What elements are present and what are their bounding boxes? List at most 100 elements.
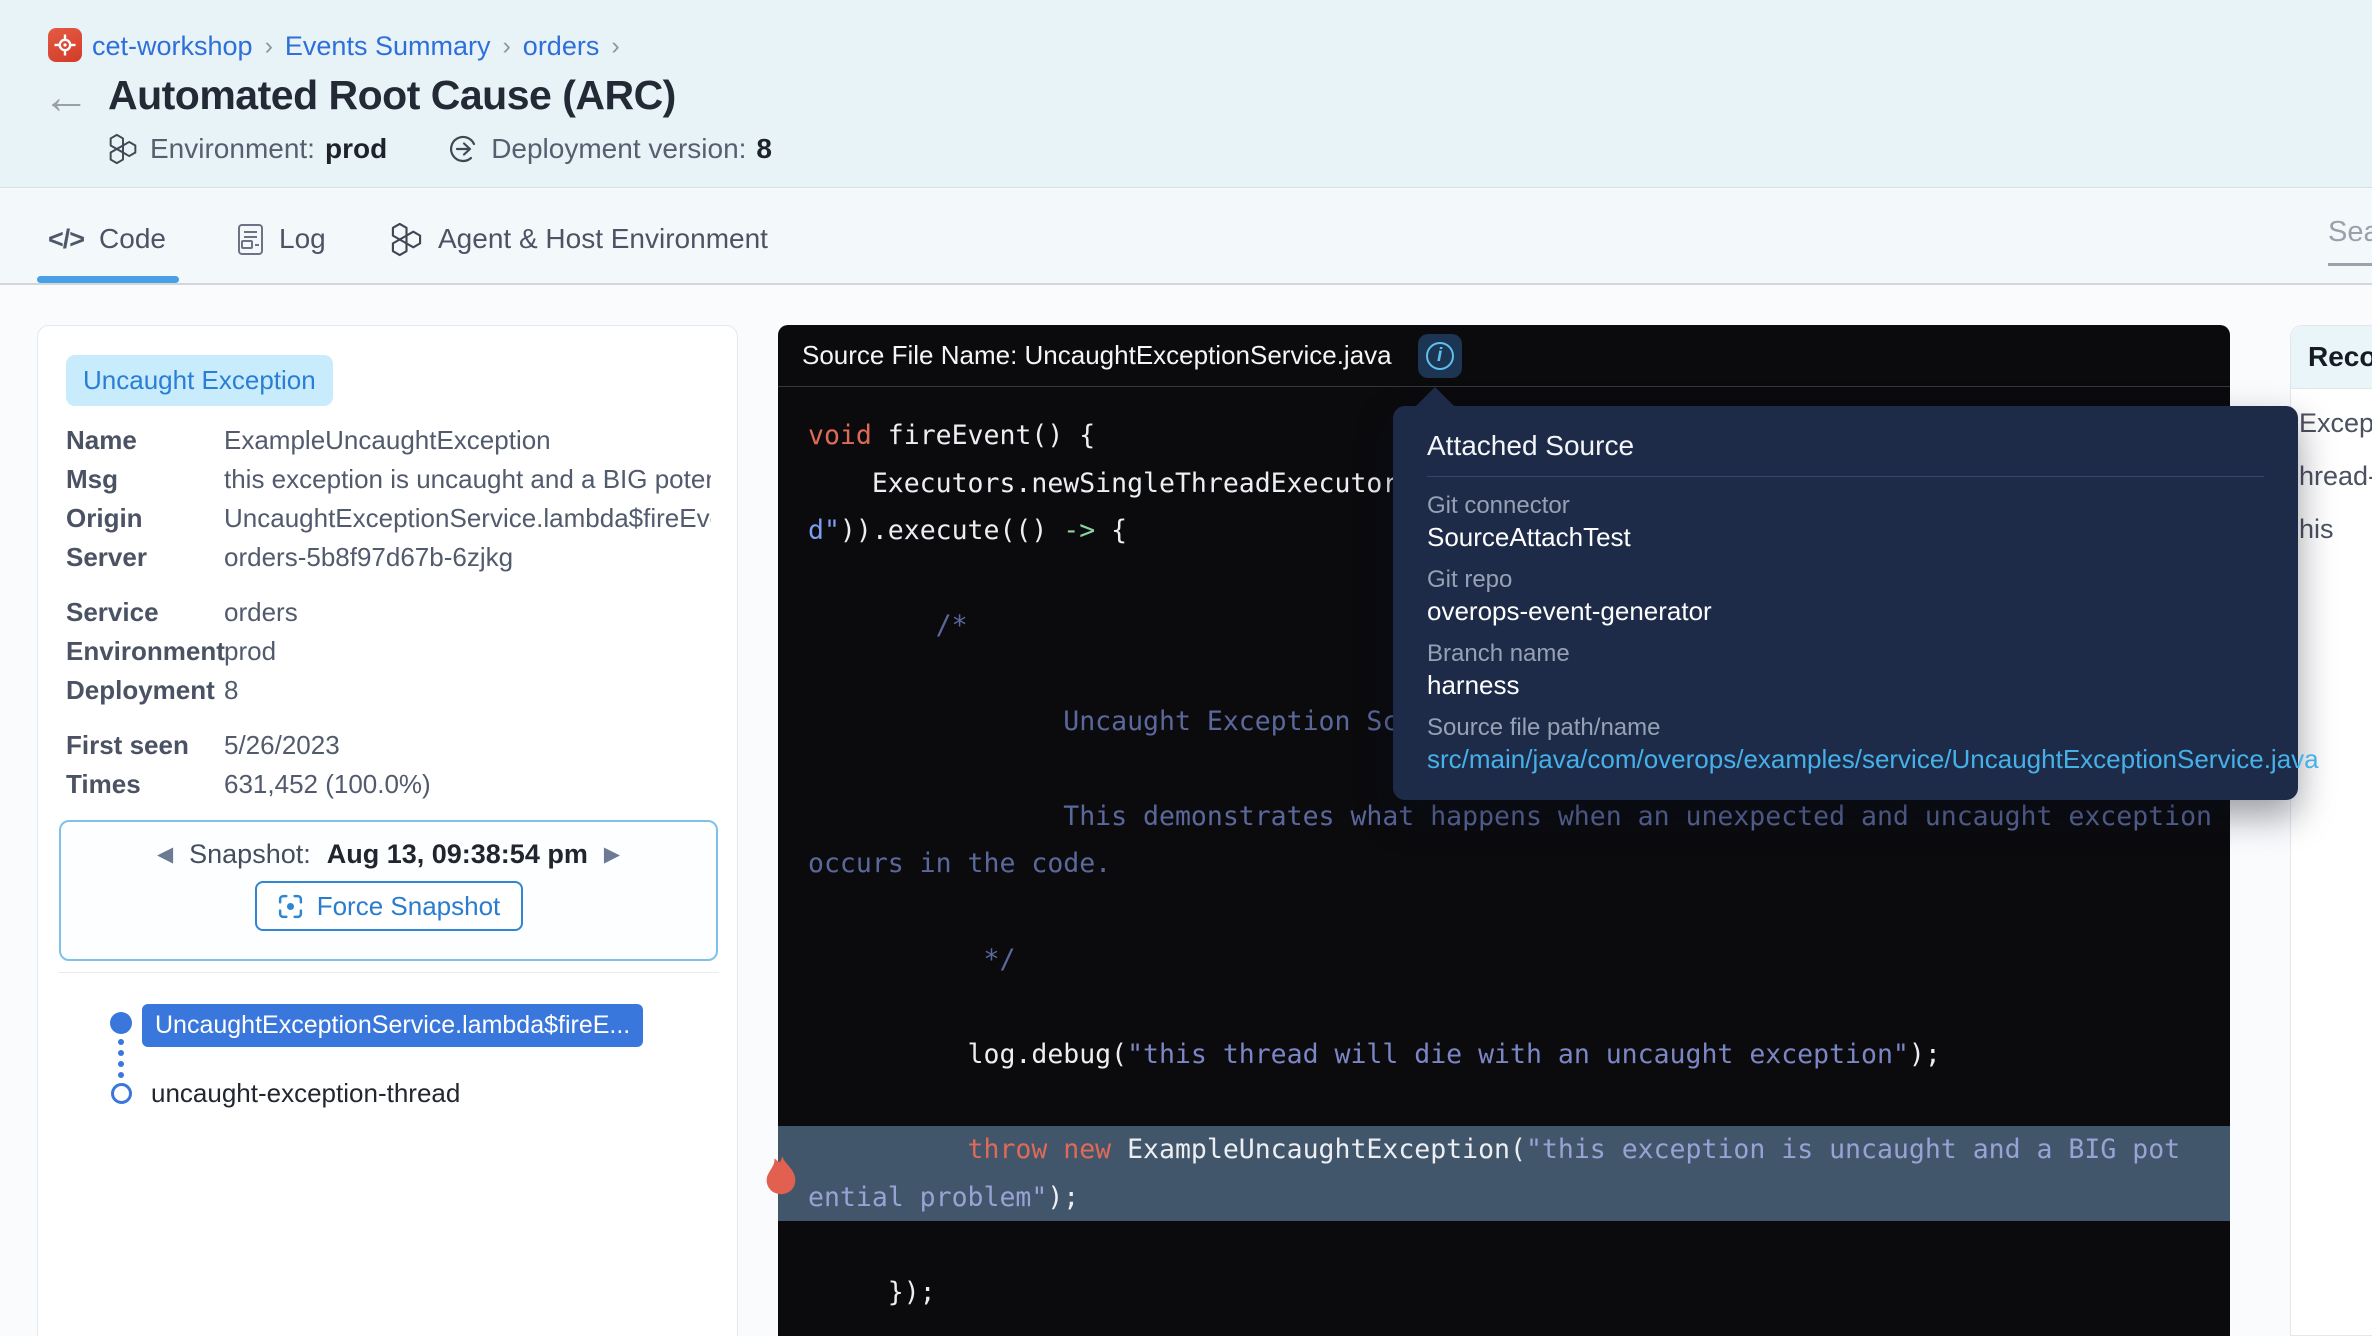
detail-row: First seen5/26/2023 bbox=[66, 726, 711, 765]
recorded-variable-row[interactable]: Excepti bbox=[2291, 397, 2372, 450]
detail-value: UncaughtExceptionService.lambda$fireEver bbox=[224, 503, 711, 534]
back-button[interactable]: ← bbox=[42, 74, 90, 122]
stack-thread-bullet bbox=[111, 1083, 132, 1104]
breadcrumb-separator: › bbox=[502, 32, 510, 61]
snapshot-label: Snapshot: bbox=[189, 839, 311, 870]
flame-icon bbox=[763, 1155, 799, 1197]
code-token: log.debug( bbox=[808, 1039, 1127, 1070]
recorded-variable-row[interactable]: hread- bbox=[2291, 450, 2372, 503]
code-token: }); bbox=[808, 1277, 936, 1308]
tab-code[interactable]: </> Code bbox=[48, 214, 166, 264]
tab-code-label: Code bbox=[99, 223, 166, 255]
stack-thread-item[interactable]: uncaught-exception-thread bbox=[151, 1078, 460, 1109]
code-token: throw new bbox=[968, 1134, 1112, 1165]
code-token: /* bbox=[808, 610, 968, 641]
tooltip-field-label: Branch name bbox=[1427, 638, 2264, 669]
snapshot-box: ◀ Snapshot: Aug 13, 09:38:54 pm ▶ Force … bbox=[59, 820, 718, 961]
tab-agent-host-environment[interactable]: Agent & Host Environment bbox=[390, 214, 768, 264]
deployment-icon bbox=[449, 134, 479, 164]
code-line: }); bbox=[808, 1269, 2230, 1317]
search-input[interactable]: Sea bbox=[2328, 216, 2372, 249]
detail-label: Environment bbox=[66, 636, 224, 667]
tooltip-title: Attached Source bbox=[1427, 430, 2264, 462]
detail-value: this exception is uncaught and a BIG pot… bbox=[224, 464, 711, 495]
code-icon: </> bbox=[48, 224, 84, 255]
tooltip-field-value: overops-event-generator bbox=[1427, 595, 2264, 628]
detail-label: Service bbox=[66, 597, 224, 628]
detail-row: Msgthis exception is uncaught and a BIG … bbox=[66, 460, 711, 499]
breadcrumb: cet-workshop › Events Summary › orders › bbox=[92, 30, 632, 62]
code-token: )).execute(() bbox=[840, 515, 1063, 546]
code-token bbox=[808, 1134, 968, 1165]
target-icon bbox=[53, 33, 77, 57]
recorded-variables-header: Recor bbox=[2291, 326, 2372, 389]
tooltip-fields: Git connectorSourceAttachTestGit repoove… bbox=[1427, 490, 2264, 776]
breadcrumb-link-events-summary[interactable]: Events Summary bbox=[285, 31, 491, 62]
tab-agent-label: Agent & Host Environment bbox=[438, 223, 768, 255]
tab-bar bbox=[0, 189, 2372, 285]
tooltip-field: Source file path/namesrc/main/java/com/o… bbox=[1427, 712, 2264, 776]
search-input-underline bbox=[2328, 263, 2372, 266]
deployment-label: Deployment version: bbox=[491, 133, 746, 165]
snapshot-next-button[interactable]: ▶ bbox=[604, 842, 620, 867]
stack-connector-dots bbox=[118, 1039, 124, 1078]
detail-value: ExampleUncaughtException bbox=[224, 425, 711, 456]
detail-label: Deployment bbox=[66, 675, 224, 706]
detail-value: orders bbox=[224, 597, 711, 628]
detail-row: Deployment8 bbox=[66, 671, 711, 710]
code-token: { bbox=[1095, 515, 1127, 546]
stack-frame-selected[interactable]: UncaughtExceptionService.lambda$fireE... bbox=[142, 1004, 643, 1047]
detail-label: Origin bbox=[66, 503, 224, 534]
tooltip-field: Branch nameharness bbox=[1427, 638, 2264, 702]
attached-source-info-button[interactable]: i bbox=[1418, 334, 1462, 378]
code-line: occurs in the code. bbox=[808, 840, 2230, 888]
code-line bbox=[808, 983, 2230, 1031]
capture-icon bbox=[277, 893, 304, 920]
event-details: NameExampleUncaughtExceptionMsgthis exce… bbox=[66, 421, 711, 820]
info-icon: i bbox=[1426, 342, 1454, 370]
detail-label: Msg bbox=[66, 464, 224, 495]
source-file-name: Source File Name: UncaughtExceptionServi… bbox=[802, 340, 1392, 371]
detail-row: Times631,452 (100.0%) bbox=[66, 765, 711, 804]
recorded-variables-list: Exceptihread-his bbox=[2291, 389, 2372, 556]
tooltip-field-value: harness bbox=[1427, 669, 2264, 702]
log-file-icon bbox=[237, 223, 264, 256]
tab-log-label: Log bbox=[279, 223, 326, 255]
attached-source-tooltip: Attached Source Git connectorSourceAttac… bbox=[1393, 406, 2298, 800]
code-line bbox=[808, 888, 2230, 936]
code-line: log.debug("this thread will die with an … bbox=[808, 1031, 2230, 1079]
tooltip-arrow bbox=[1415, 387, 1455, 407]
code-line bbox=[808, 1078, 2230, 1126]
tooltip-field-label: Git connector bbox=[1427, 490, 2264, 521]
app-logo-icon[interactable] bbox=[48, 28, 82, 62]
detail-row: NameExampleUncaughtException bbox=[66, 421, 711, 460]
code-line: */ bbox=[808, 936, 2230, 984]
code-token: Executors.newSingleThreadExecutor(ne bbox=[808, 468, 1446, 499]
breadcrumb-link-orders[interactable]: orders bbox=[523, 31, 600, 62]
code-line-highlighted: ential problem"); bbox=[778, 1174, 2230, 1222]
detail-value: orders-5b8f97d67b-6zjkg bbox=[224, 542, 711, 573]
detail-group: ServiceordersEnvironmentprodDeployment8 bbox=[66, 593, 711, 710]
detail-group: First seen5/26/2023Times631,452 (100.0%) bbox=[66, 726, 711, 804]
tab-log[interactable]: Log bbox=[237, 214, 326, 264]
code-token: Uncaught Exception Scen bbox=[808, 706, 1430, 737]
divider bbox=[58, 972, 719, 973]
arc-page: cet-workshop › Events Summary › orders ›… bbox=[0, 0, 2372, 1336]
detail-label: Times bbox=[66, 769, 224, 800]
deployment-value: 8 bbox=[756, 133, 772, 165]
detail-label: First seen bbox=[66, 730, 224, 761]
detail-row: Serviceorders bbox=[66, 593, 711, 632]
code-line bbox=[808, 1221, 2230, 1269]
force-snapshot-button[interactable]: Force Snapshot bbox=[255, 881, 523, 931]
breadcrumb-link-workspace[interactable]: cet-workshop bbox=[92, 31, 253, 62]
tooltip-field-value: SourceAttachTest bbox=[1427, 521, 2264, 554]
event-details-panel: Uncaught Exception NameExampleUncaughtEx… bbox=[37, 325, 738, 1336]
active-tab-underline bbox=[37, 276, 179, 283]
recorded-variable-row[interactable]: his bbox=[2291, 503, 2372, 556]
source-file-link[interactable]: src/main/java/com/overops/examples/servi… bbox=[1427, 743, 2264, 776]
detail-row: Serverorders-5b8f97d67b-6zjkg bbox=[66, 538, 711, 577]
code-token: This demonstrates what happens when an u… bbox=[808, 801, 2212, 832]
stack-frame-bullet-selected bbox=[110, 1012, 132, 1034]
detail-label: Server bbox=[66, 542, 224, 573]
snapshot-prev-button[interactable]: ◀ bbox=[157, 842, 173, 867]
